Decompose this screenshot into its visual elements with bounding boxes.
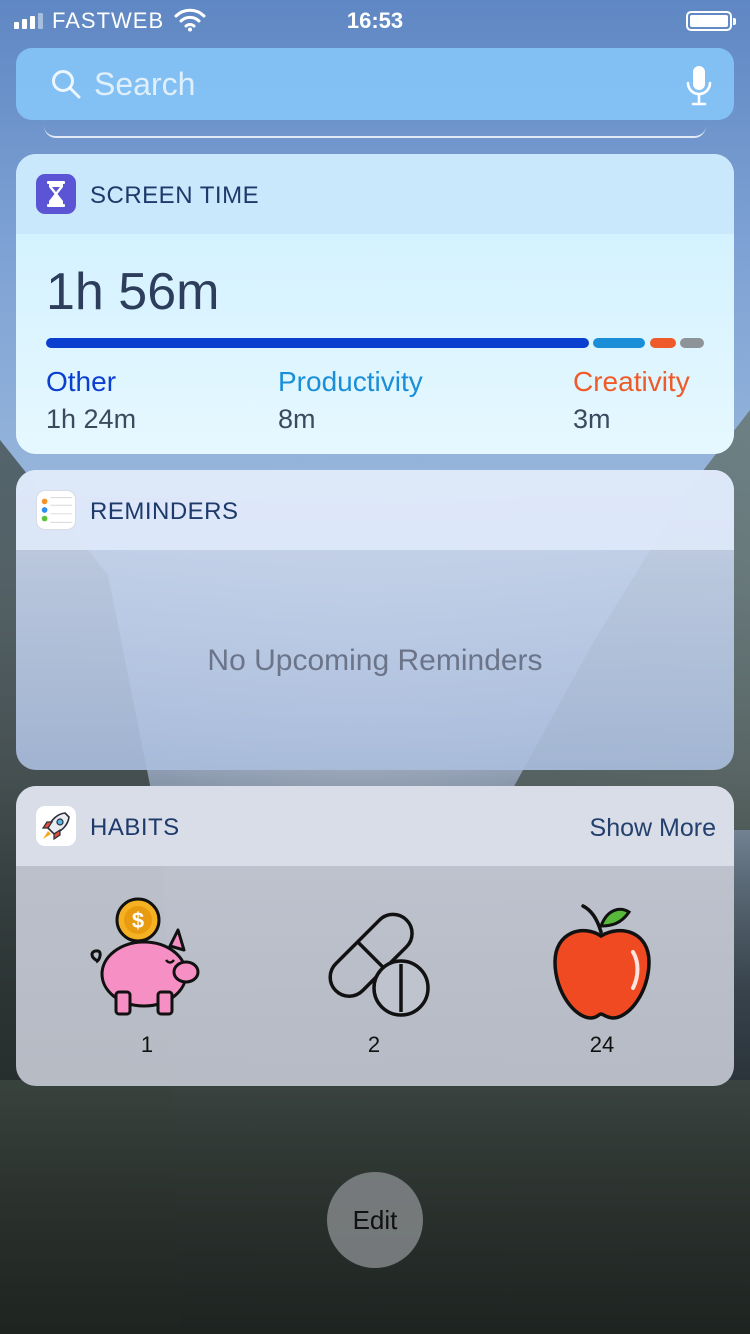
habit-item[interactable]: $ 1: [77, 896, 217, 1058]
piggy-bank-icon: $: [90, 897, 200, 1016]
hourglass-icon: [36, 174, 76, 214]
rocket-icon: [36, 806, 76, 846]
screen-time-header[interactable]: SCREEN TIME: [16, 154, 734, 234]
show-more-button[interactable]: Show More: [590, 814, 716, 843]
usage-bar-productivity: [593, 338, 645, 348]
microphone-icon[interactable]: [684, 64, 714, 106]
category-label: Productivity: [278, 366, 423, 397]
screen-time-total: 1h 56m: [46, 263, 220, 321]
status-time: 16:53: [346, 8, 404, 33]
widget-stack-edge: [44, 126, 706, 138]
habit-item[interactable]: 2: [304, 896, 444, 1058]
reminders-app-icon: [36, 490, 76, 530]
usage-bar-remaining: [680, 338, 704, 348]
edit-button[interactable]: Edit: [327, 1172, 423, 1268]
widget-title: REMINDERS: [90, 498, 239, 525]
battery-icon: [686, 11, 736, 31]
svg-text:$: $: [132, 908, 144, 933]
category-label: Other: [46, 366, 117, 397]
pill-icon: [328, 912, 430, 1017]
category-productivity: Productivity 8m: [278, 366, 423, 435]
habit-item[interactable]: 24: [532, 896, 672, 1058]
category-time: 3m: [573, 404, 611, 434]
usage-bar: [46, 338, 704, 348]
habit-count: 2: [367, 1032, 381, 1057]
habits-header: HABITS Show More: [16, 786, 734, 866]
widget-title: HABITS: [90, 814, 180, 841]
usage-bar-creativity: [650, 338, 676, 348]
empty-state-message: No Upcoming Reminders: [207, 644, 543, 677]
search-input[interactable]: Search: [94, 66, 195, 103]
status-bar: FASTWEB 16:53: [0, 0, 750, 40]
habits-widget[interactable]: HABITS Show More $ 1 2 24: [16, 786, 734, 1086]
category-other: Other 1h 24m: [46, 366, 136, 435]
screen-time-widget[interactable]: SCREEN TIME 1h 56m Other 1h 24m Producti…: [16, 154, 734, 454]
category-time: 1h 24m: [46, 404, 137, 434]
category-time: 8m: [278, 404, 316, 434]
search-bar[interactable]: Search: [16, 48, 734, 120]
category-label: Creativity: [573, 366, 690, 397]
habit-count: 24: [589, 1032, 615, 1057]
reminders-widget[interactable]: REMINDERS No Upcoming Reminders: [16, 470, 734, 770]
search-icon: [52, 70, 81, 99]
usage-bar-other: [46, 338, 589, 348]
reminders-header[interactable]: REMINDERS: [16, 470, 734, 550]
category-creativity: Creativity 3m: [573, 366, 690, 435]
widget-title: SCREEN TIME: [90, 182, 260, 209]
apple-icon: [553, 904, 651, 1020]
habit-count: 1: [140, 1032, 154, 1057]
